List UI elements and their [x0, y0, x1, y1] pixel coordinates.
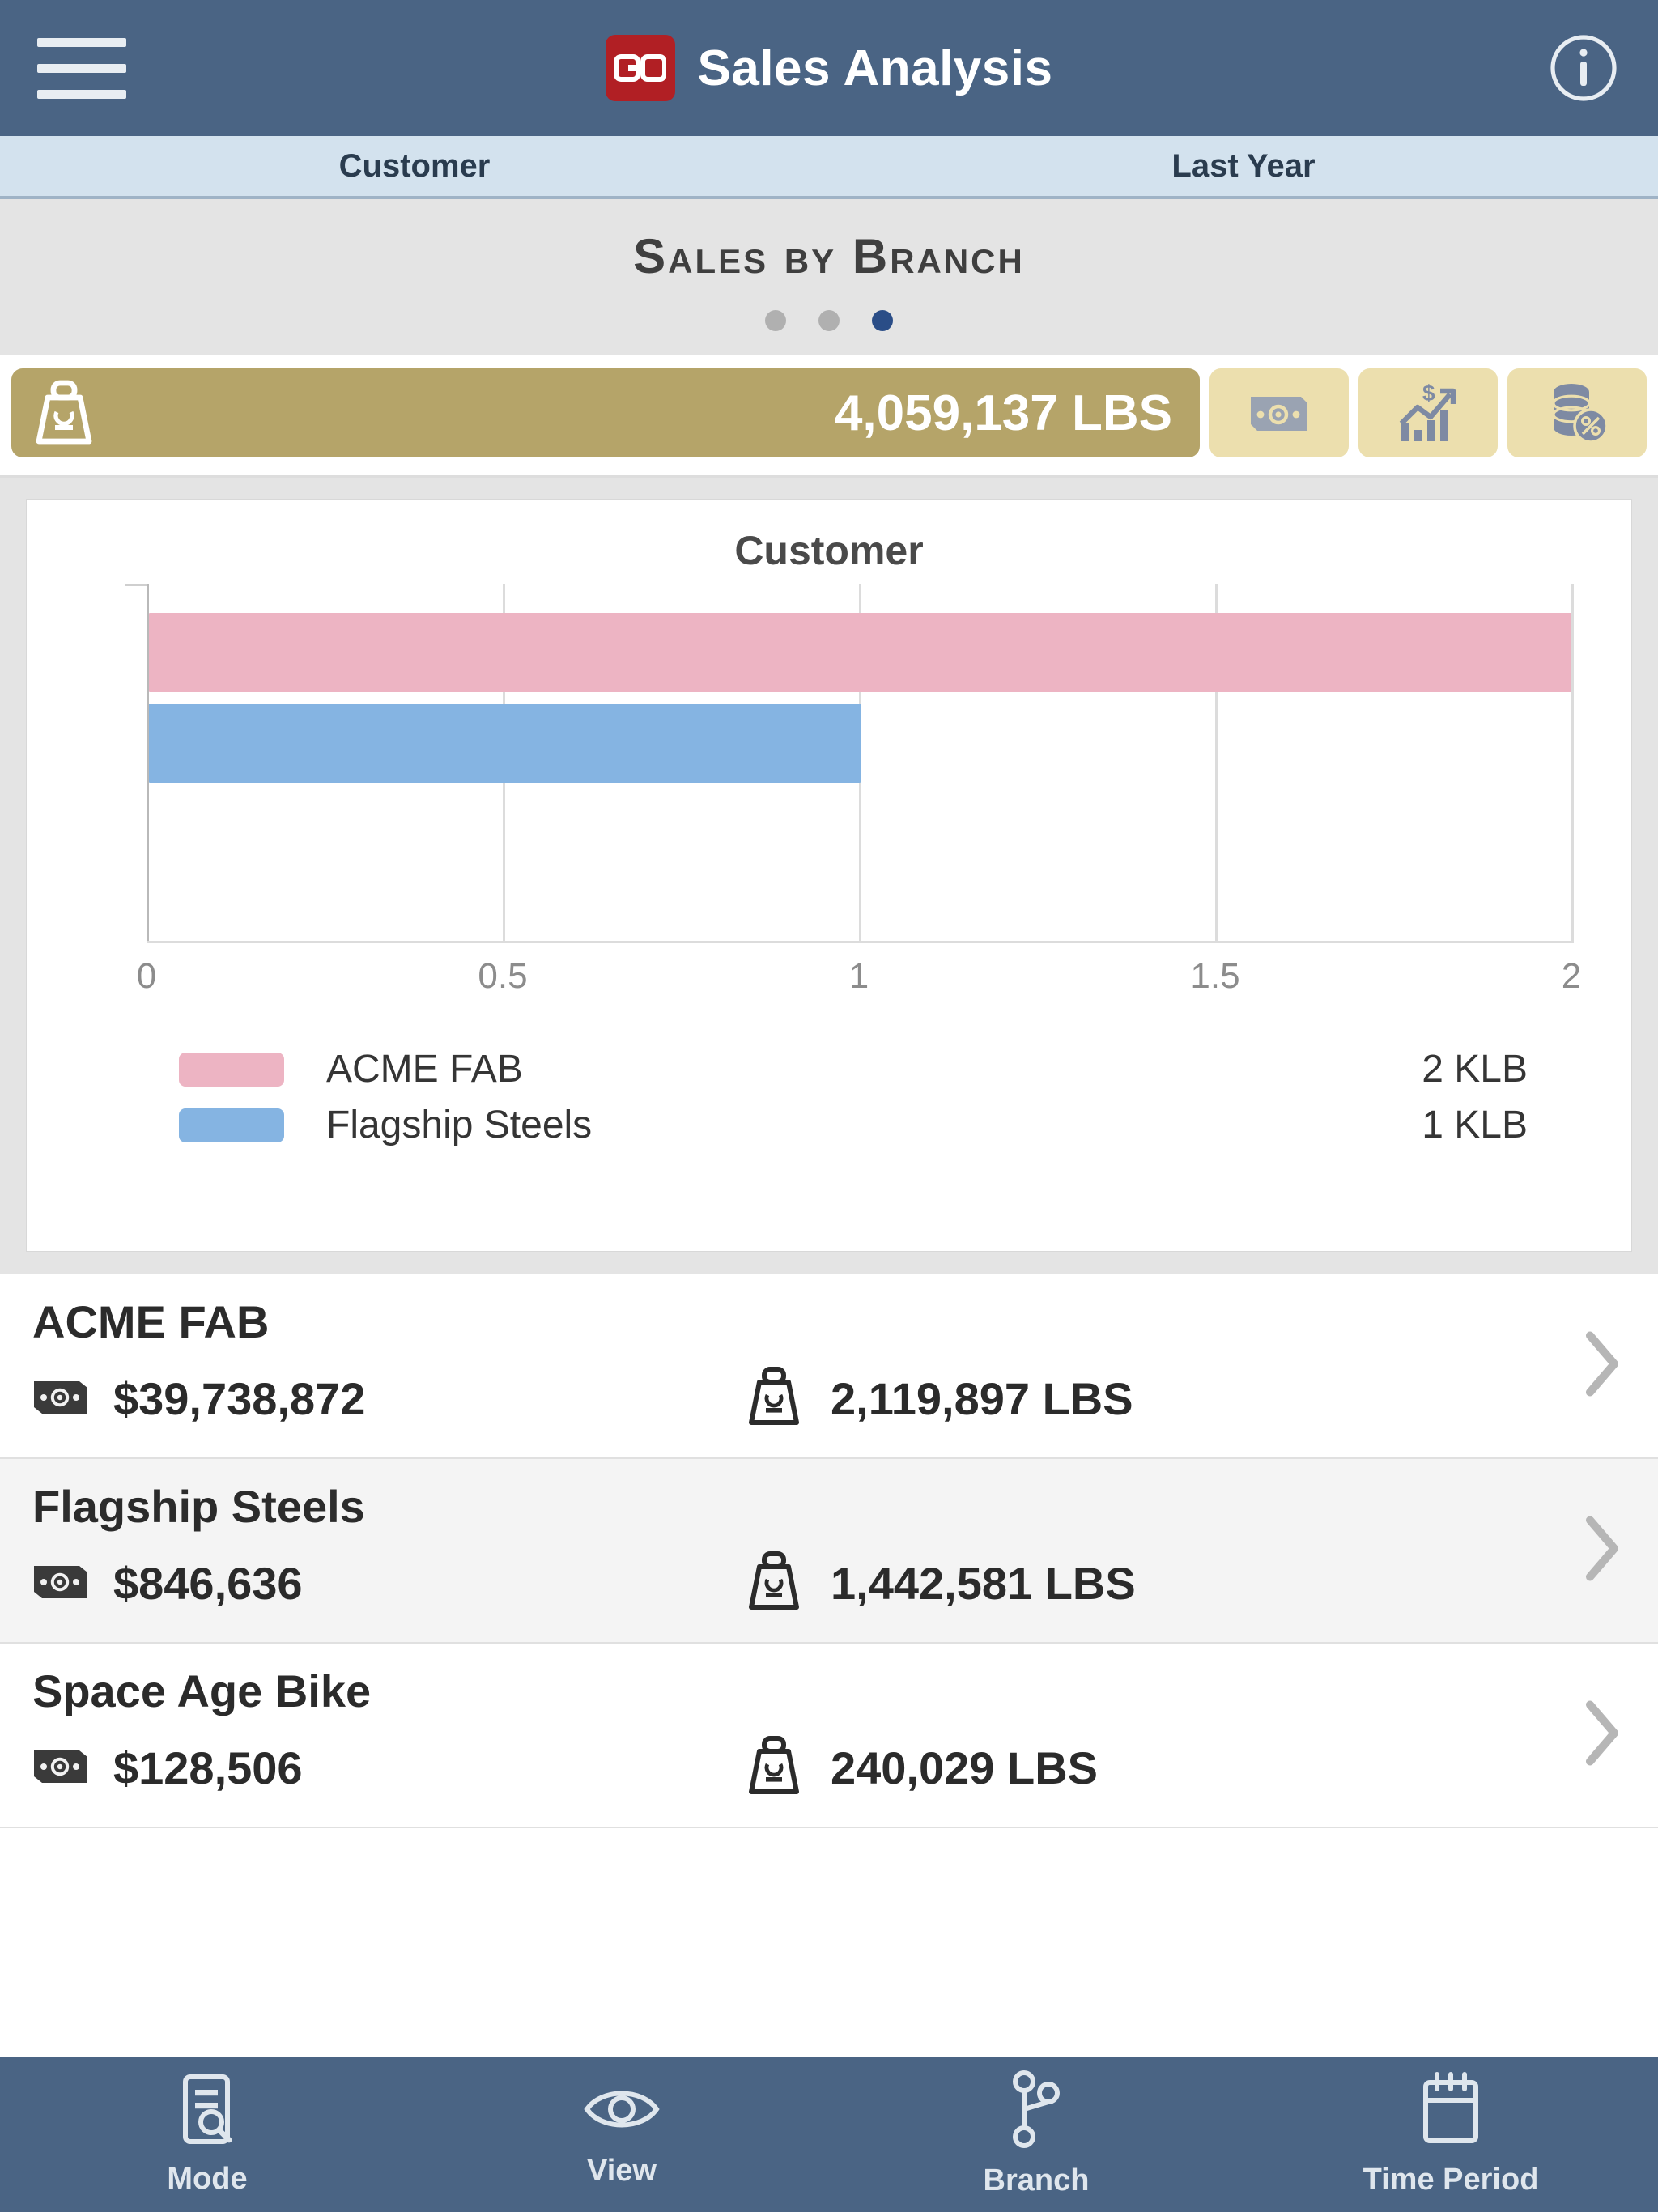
nav-label-view: View — [587, 2154, 657, 2188]
xtick-3: 1.5 — [1190, 956, 1240, 996]
app-header: Sales Analysis — [0, 0, 1658, 136]
info-icon[interactable] — [1546, 31, 1621, 105]
row-revenue-value: $39,738,872 — [113, 1373, 366, 1424]
legend-label-acme-fab: ACME FAB — [326, 1048, 523, 1091]
eye-icon — [582, 2080, 661, 2142]
pager-dots — [0, 310, 1658, 331]
metric-tile-revenue[interactable] — [1209, 368, 1349, 457]
nav-item-branch[interactable]: Branch — [829, 2070, 1244, 2198]
row-weight-value: 2,119,897 LBS — [831, 1373, 1133, 1424]
pager-dot-3[interactable] — [872, 310, 893, 331]
nav-label-branch: Branch — [983, 2163, 1090, 2197]
banknote-icon — [32, 1746, 89, 1790]
legend-value-flagship-steels: 1 KLB — [1422, 1104, 1528, 1146]
row-title: Flagship Steels — [32, 1481, 365, 1532]
legend-swatch-flagship-steels — [179, 1108, 284, 1142]
legend-item-flagship-steels: Flagship Steels 1 KLB — [179, 1103, 1528, 1147]
calendar-icon — [1416, 2071, 1486, 2151]
xtick-1: 0.5 — [478, 956, 528, 996]
row-title: Space Age Bike — [32, 1665, 372, 1716]
document-search-icon — [172, 2072, 242, 2150]
row-weight: 240,029 LBS — [745, 1733, 1626, 1802]
weight-scale-icon — [745, 1549, 803, 1618]
legend-swatch-acme-fab — [179, 1052, 284, 1087]
row-weight: 1,442,581 LBS — [745, 1549, 1626, 1618]
hamburger-menu-icon[interactable] — [37, 33, 126, 103]
svg-text:$: $ — [1422, 381, 1435, 406]
table-row[interactable]: Space Age Bike $128,506 240,029 LBS — [0, 1644, 1658, 1828]
banknote-icon — [32, 1376, 89, 1421]
banknote-icon — [1248, 390, 1311, 436]
chart-x-axis — [147, 941, 1571, 943]
row-weight: 2,119,897 LBS — [745, 1364, 1626, 1433]
chart-title: Customer — [734, 528, 924, 573]
chart-bar-flagship-steels — [149, 704, 861, 783]
chart-x-tick-labels: 0 0.5 1 1.5 2 — [137, 956, 1581, 1005]
chart-legend: ACME FAB 2 KLB Flagship Steels 1 KLB — [179, 1047, 1528, 1147]
context-subheader: Customer Last Year — [0, 136, 1658, 199]
chart-bars — [149, 613, 1571, 783]
chart-plot-area — [125, 584, 1574, 943]
table-row[interactable]: ACME FAB $39,738,872 2,119,897 LBS — [0, 1274, 1658, 1459]
chart-section: Customer 0 0.5 1 1.5 2 ACME FAB 2 KLB Fl… — [0, 478, 1658, 1274]
xtick-2: 1 — [848, 956, 869, 996]
metric-tile-margin[interactable] — [1507, 368, 1647, 457]
row-revenue-value: $846,636 — [113, 1558, 303, 1609]
banknote-icon — [32, 1561, 89, 1606]
metric-selector: 4,059,137 LBS $ — [0, 355, 1658, 478]
nav-label-mode: Mode — [167, 2162, 248, 2196]
nav-label-time-period: Time Period — [1363, 2163, 1539, 2197]
axis-y-cap — [125, 584, 147, 586]
chart-card: Customer 0 0.5 1 1.5 2 ACME FAB 2 KLB Fl… — [26, 499, 1632, 1252]
coins-percent-icon — [1544, 381, 1610, 445]
chart-bar-acme-fab — [149, 613, 1571, 692]
row-revenue: $39,738,872 — [32, 1372, 745, 1425]
metric-tile-growth[interactable]: $ — [1358, 368, 1498, 457]
row-weight-value: 240,029 LBS — [831, 1742, 1098, 1793]
section-band: Sales by Branch — [0, 199, 1658, 355]
metric-tile-weight[interactable]: 4,059,137 LBS — [11, 368, 1200, 457]
row-metrics: $846,636 1,442,581 LBS — [32, 1549, 1626, 1618]
bottom-navigation: Mode View Branch Time Period — [0, 2057, 1658, 2212]
row-weight-value: 1,442,581 LBS — [831, 1558, 1136, 1609]
row-revenue-value: $128,506 — [113, 1742, 303, 1793]
nav-item-time-period[interactable]: Time Period — [1244, 2071, 1658, 2197]
row-title: ACME FAB — [32, 1296, 270, 1347]
xtick-4: 2 — [1561, 956, 1582, 996]
legend-label-flagship-steels: Flagship Steels — [326, 1104, 593, 1146]
branch-nodes-icon — [1006, 2070, 1066, 2152]
subheader-dimension: Customer — [338, 147, 491, 184]
table-row[interactable]: Flagship Steels $846,636 1,442,581 LBS — [0, 1459, 1658, 1644]
row-revenue: $846,636 — [32, 1557, 745, 1610]
go-logo-icon — [605, 35, 675, 101]
nav-item-view[interactable]: View — [414, 2080, 829, 2189]
metric-tile-weight-value: 4,059,137 LBS — [834, 385, 1172, 441]
row-metrics: $39,738,872 2,119,897 LBS — [32, 1364, 1626, 1433]
pager-dot-2[interactable] — [818, 310, 840, 331]
app-title: Sales Analysis — [697, 40, 1053, 96]
customer-list: ACME FAB $39,738,872 2,119,897 LBS Flags… — [0, 1274, 1658, 2057]
gridline-2 — [1571, 584, 1574, 943]
nav-item-mode[interactable]: Mode — [0, 2072, 414, 2197]
row-revenue: $128,506 — [32, 1742, 745, 1794]
xtick-0: 0 — [136, 956, 157, 996]
legend-item-acme-fab: ACME FAB 2 KLB — [179, 1047, 1528, 1091]
row-metrics: $128,506 240,029 LBS — [32, 1733, 1626, 1802]
chevron-right-icon[interactable] — [1582, 1514, 1622, 1588]
weight-scale-icon — [32, 378, 96, 448]
subheader-period: Last Year — [1171, 147, 1316, 184]
chevron-right-icon[interactable] — [1582, 1699, 1622, 1772]
legend-value-acme-fab: 2 KLB — [1422, 1048, 1528, 1091]
weight-scale-icon — [745, 1364, 803, 1433]
pager-dot-1[interactable] — [765, 310, 786, 331]
header-title-group: Sales Analysis — [0, 0, 1658, 136]
growth-chart-dollar-icon: $ — [1395, 381, 1461, 445]
page-title: Sales by Branch — [633, 229, 1025, 283]
chevron-right-icon[interactable] — [1582, 1329, 1622, 1403]
sales-analysis-app: Sales Analysis Customer Last Year Sales … — [0, 0, 1658, 2212]
weight-scale-icon — [745, 1733, 803, 1802]
